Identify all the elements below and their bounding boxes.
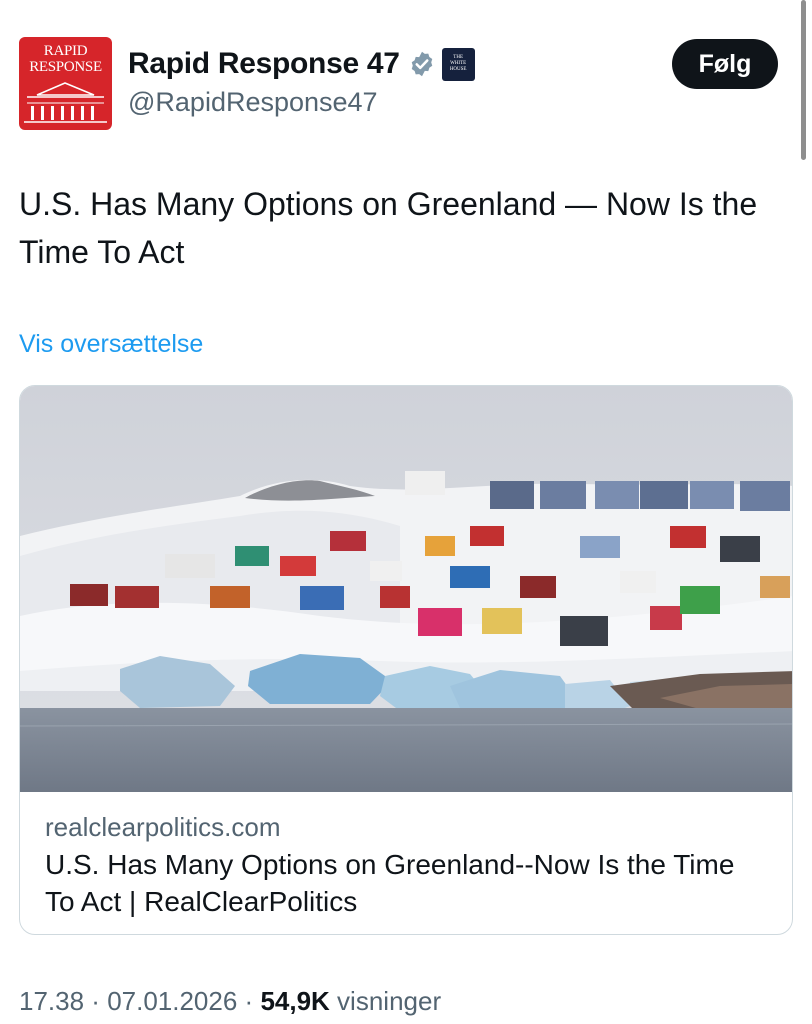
affiliate-badge-line3: HOUSE	[449, 67, 467, 72]
translate-link[interactable]: Vis oversættelse	[19, 330, 203, 359]
link-preview-card[interactable]: realclearpolitics.com U.S. Has Many Opti…	[19, 385, 793, 935]
white-house-icon	[24, 82, 107, 123]
author-name-row: Rapid Response 47 THE WHITE HOUSE	[128, 45, 475, 83]
author-display-name[interactable]: Rapid Response 47	[128, 47, 400, 81]
author-handle[interactable]: @RapidResponse47	[128, 87, 475, 118]
meta-separator: ·	[84, 986, 108, 1016]
scrollbar[interactable]	[801, 0, 806, 160]
views-count: 54,9K	[260, 986, 330, 1016]
author-info: Rapid Response 47 THE WHITE HOUSE @Rapid…	[128, 45, 475, 118]
avatar-text: RAPID RESPONSE	[19, 43, 112, 75]
tweet-text: U.S. Has Many Options on Greenland — Now…	[19, 186, 758, 270]
card-image[interactable]	[20, 386, 793, 792]
avatar[interactable]: RAPID RESPONSE	[19, 37, 112, 130]
tweet-date[interactable]: 07.01.2026	[107, 986, 237, 1016]
card-domain[interactable]: realclearpolitics.com	[45, 812, 281, 843]
tweet-page: RAPID RESPONSE Rapid Response 47 THE WHI…	[0, 0, 812, 1024]
verified-badge-icon[interactable]	[408, 50, 436, 78]
avatar-text-line2: RESPONSE	[29, 59, 102, 75]
avatar-text-line1: RAPID	[43, 43, 88, 59]
meta-separator: ·	[237, 986, 261, 1016]
tweet-meta: 17.38 · 07.01.2026 · 54,9K visninger	[19, 986, 441, 1017]
tweet-header: RAPID RESPONSE Rapid Response 47 THE WHI…	[19, 37, 778, 133]
views-label: visninger	[329, 986, 442, 1016]
card-title[interactable]: U.S. Has Many Options on Greenland--Now …	[45, 846, 765, 920]
tweet-time[interactable]: 17.38	[19, 986, 84, 1016]
follow-button[interactable]: Følg	[672, 39, 778, 89]
white-house-affiliate-badge[interactable]: THE WHITE HOUSE	[441, 47, 475, 81]
